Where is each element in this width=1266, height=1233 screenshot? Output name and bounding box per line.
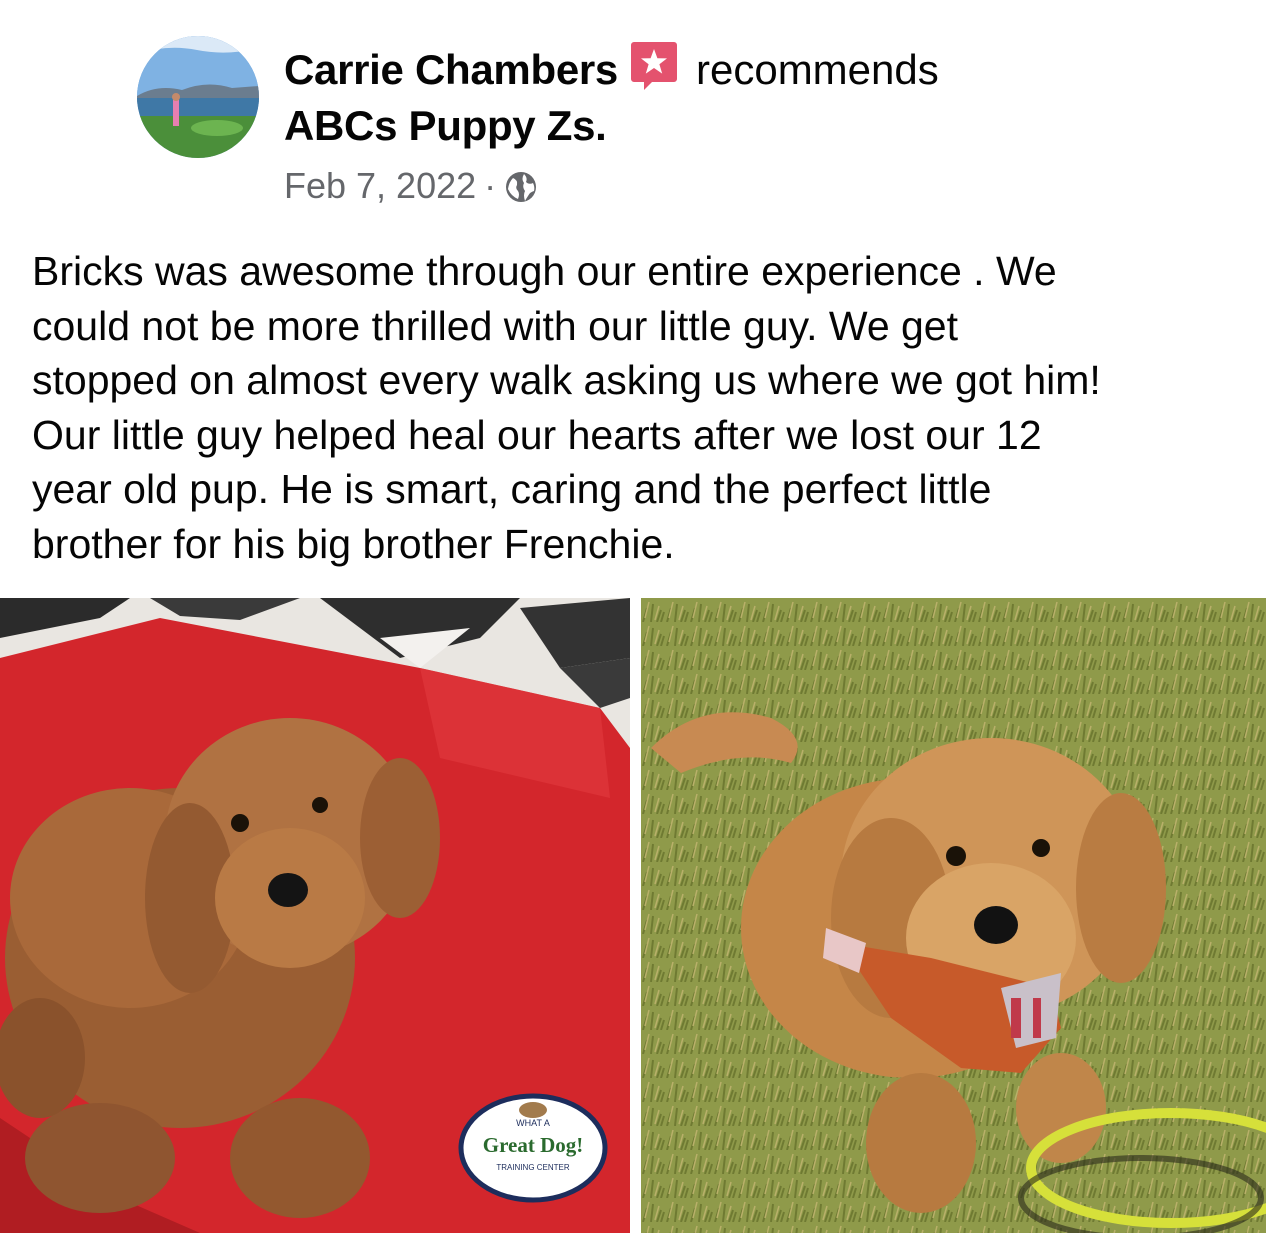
action-text: recommends bbox=[695, 46, 939, 93]
photo-puppy-on-grass[interactable] bbox=[641, 598, 1266, 1233]
star-speech-bubble-icon bbox=[630, 40, 678, 92]
patch-bottom-text: TRAINING CENTER bbox=[496, 1163, 570, 1172]
patch-top-text: WHAT A bbox=[516, 1118, 550, 1128]
photo-puppy-on-mat[interactable]: WHAT A Great Dog! TRAINING CENTER bbox=[0, 598, 630, 1233]
post-body-text: Bricks was awesome through our entire ex… bbox=[32, 248, 1101, 567]
post-header: Carrie Chambers recommends bbox=[284, 40, 939, 96]
meta-separator: · bbox=[484, 165, 497, 206]
patch-main-text: Great Dog! bbox=[483, 1133, 584, 1157]
avatar-image bbox=[137, 36, 259, 158]
avatar[interactable] bbox=[137, 36, 259, 158]
author-name[interactable]: Carrie Chambers bbox=[284, 46, 618, 93]
recommended-page-name[interactable]: ABCs Puppy Zs. bbox=[284, 100, 607, 152]
recommendation-post: Carrie Chambers recommends ABCs Puppy Zs… bbox=[0, 0, 1266, 1233]
post-meta: Feb 7, 2022 · bbox=[284, 162, 538, 210]
post-date[interactable]: Feb 7, 2022 bbox=[284, 165, 476, 206]
globe-icon bbox=[504, 168, 538, 202]
